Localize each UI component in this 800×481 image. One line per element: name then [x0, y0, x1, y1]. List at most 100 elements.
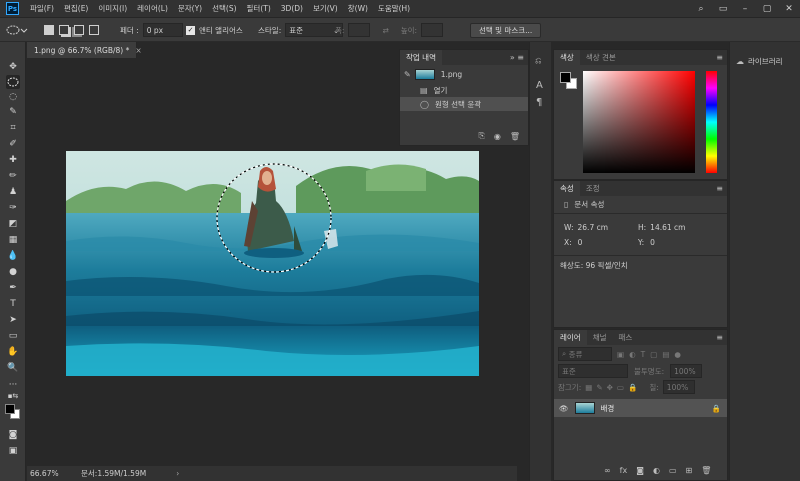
foreground-color-swatch[interactable]: [5, 404, 15, 414]
subtract-selection-icon[interactable]: [74, 25, 84, 35]
color-field[interactable]: [583, 71, 695, 173]
libraries-button[interactable]: ☁ 라이브러리: [736, 56, 783, 67]
eyedropper-tool-icon[interactable]: ✐: [6, 137, 20, 151]
history-item-selected[interactable]: ◯ 원형 선택 윤곽: [400, 97, 528, 111]
new-layer-icon[interactable]: ⊞: [686, 466, 693, 475]
trash-icon[interactable]: 🗑: [701, 466, 711, 475]
gradient-tool-icon[interactable]: ▦: [6, 233, 20, 247]
tab-adjustments[interactable]: 조정: [580, 181, 606, 196]
menu-3d[interactable]: 3D(D): [276, 4, 308, 13]
tool-preset-picker[interactable]: [6, 18, 28, 42]
filter-adjust-icon[interactable]: ◐: [629, 350, 636, 359]
menu-filter[interactable]: 필터(T): [242, 3, 276, 14]
type-tool-icon[interactable]: T: [6, 297, 20, 311]
trash-icon[interactable]: 🗑: [510, 132, 520, 141]
menu-window[interactable]: 창(W): [343, 3, 373, 14]
eraser-tool-icon[interactable]: ◩: [6, 217, 20, 231]
lock-image-icon[interactable]: ✎: [596, 383, 602, 392]
lock-artboard-icon[interactable]: ▭: [617, 383, 624, 392]
width-input[interactable]: [348, 23, 371, 37]
new-document-from-state-icon[interactable]: ⎘: [478, 131, 484, 141]
pen-tool-icon[interactable]: ✒: [6, 281, 20, 295]
canvas-image[interactable]: [66, 151, 479, 376]
filter-shape-icon[interactable]: ▢: [650, 350, 657, 359]
height-input[interactable]: [421, 23, 444, 37]
history-snapshot[interactable]: ✎ 1.png: [400, 65, 528, 83]
quick-mask-icon[interactable]: ◙: [6, 428, 20, 442]
fg-color-swatch[interactable]: [560, 72, 571, 83]
tab-layers[interactable]: 레이어: [554, 330, 587, 345]
clone-stamp-tool-icon[interactable]: ♟: [6, 185, 20, 199]
tab-paths[interactable]: 패스: [613, 330, 639, 345]
crop-tool-icon[interactable]: ⌗: [6, 121, 20, 135]
fx-icon[interactable]: fx: [620, 466, 628, 475]
lock-all-icon[interactable]: 🔒: [628, 383, 637, 392]
menu-select[interactable]: 선택(S): [207, 3, 241, 14]
lock-position-icon[interactable]: ✥: [607, 383, 613, 392]
rectangle-tool-icon[interactable]: ▭: [6, 329, 20, 343]
document-tab[interactable]: 1.png @ 66.7% (RGB/8) * ×: [27, 42, 142, 58]
panel-menu-icon[interactable]: » ≡: [510, 53, 524, 62]
menu-file[interactable]: 파일(F): [25, 3, 59, 14]
y-value[interactable]: 0: [650, 238, 655, 247]
status-menu-arrow[interactable]: ›: [176, 469, 179, 478]
screen-mode-icon[interactable]: ▣: [6, 444, 20, 458]
hue-slider[interactable]: [706, 71, 717, 173]
blend-mode-select[interactable]: 표준: [558, 364, 628, 378]
feather-input[interactable]: 0 px: [142, 23, 183, 37]
menu-view[interactable]: 보기(V): [308, 3, 343, 14]
maximize-button[interactable]: ▢: [756, 4, 778, 14]
adjustment-layer-icon[interactable]: ◐: [653, 466, 660, 475]
history-brush-tool-icon[interactable]: ✑: [6, 201, 20, 215]
select-and-mask-button[interactable]: 선택 및 마스크...: [470, 22, 542, 38]
x-value[interactable]: 0: [578, 238, 583, 247]
swap-icon[interactable]: ⇄: [382, 26, 388, 35]
layer-row[interactable]: 👁 배경 🔒: [554, 399, 727, 417]
ellipse-marquee-tool-icon[interactable]: [6, 75, 20, 89]
antialias-checkbox[interactable]: ✓: [186, 25, 195, 35]
visibility-eye-icon[interactable]: 👁: [559, 404, 569, 413]
dodge-tool-icon[interactable]: ●: [6, 265, 20, 279]
w-value[interactable]: 26.7 cm: [578, 223, 609, 232]
tab-properties[interactable]: 속성: [554, 181, 580, 196]
panel-menu-icon[interactable]: ≡: [716, 333, 723, 342]
tab-channels[interactable]: 채널: [587, 330, 613, 345]
brush-tool-icon[interactable]: ✏: [6, 169, 20, 183]
search-icon[interactable]: ⌕: [690, 4, 712, 14]
close-button[interactable]: ✕: [778, 4, 800, 14]
filter-pixel-icon[interactable]: ▣: [617, 350, 624, 359]
more-tools-icon[interactable]: ···: [6, 378, 20, 392]
healing-brush-tool-icon[interactable]: ✚: [6, 153, 20, 167]
zoom-tool-icon[interactable]: 🔍: [6, 361, 20, 375]
lock-transparent-icon[interactable]: ▦: [585, 383, 592, 392]
zoom-level[interactable]: 66.67%: [27, 469, 77, 478]
add-selection-icon[interactable]: [59, 25, 69, 35]
menu-type[interactable]: 문자(Y): [173, 3, 207, 14]
quick-selection-tool-icon[interactable]: ✎: [6, 105, 20, 119]
menu-layer[interactable]: 레이어(L): [132, 3, 173, 14]
minimize-button[interactable]: –: [734, 4, 756, 14]
paragraph-panel-icon[interactable]: ¶: [536, 97, 542, 108]
panel-menu-icon[interactable]: ≡: [716, 184, 723, 193]
menu-help[interactable]: 도움말(H): [373, 3, 415, 14]
tab-color[interactable]: 색상: [554, 50, 580, 65]
add-mask-icon[interactable]: ◙: [636, 466, 644, 475]
filter-smart-icon[interactable]: ▤: [662, 350, 669, 359]
filter-toggle-icon[interactable]: ●: [674, 350, 681, 359]
character-panel-icon[interactable]: A: [536, 80, 543, 91]
h-value[interactable]: 14.61 cm: [650, 223, 685, 232]
filter-type-icon[interactable]: T: [641, 350, 646, 359]
history-brush-source-icon[interactable]: ✎: [404, 70, 411, 79]
menu-edit[interactable]: 편집(E): [59, 3, 93, 14]
fill-input[interactable]: 100%: [662, 380, 695, 394]
link-layers-icon[interactable]: ∞: [604, 466, 611, 475]
lasso-tool-icon[interactable]: ◌: [6, 90, 20, 104]
opacity-input[interactable]: 100%: [670, 364, 703, 378]
default-colors-icon[interactable]: ▪⇆: [6, 392, 20, 400]
new-group-icon[interactable]: ▭: [669, 466, 677, 475]
hand-tool-icon[interactable]: ✋: [6, 345, 20, 359]
move-tool-icon[interactable]: ✥: [6, 60, 20, 74]
tab-swatches[interactable]: 색상 견본: [580, 50, 622, 65]
new-selection-icon[interactable]: [44, 25, 54, 35]
menu-image[interactable]: 이미지(I): [93, 3, 132, 14]
